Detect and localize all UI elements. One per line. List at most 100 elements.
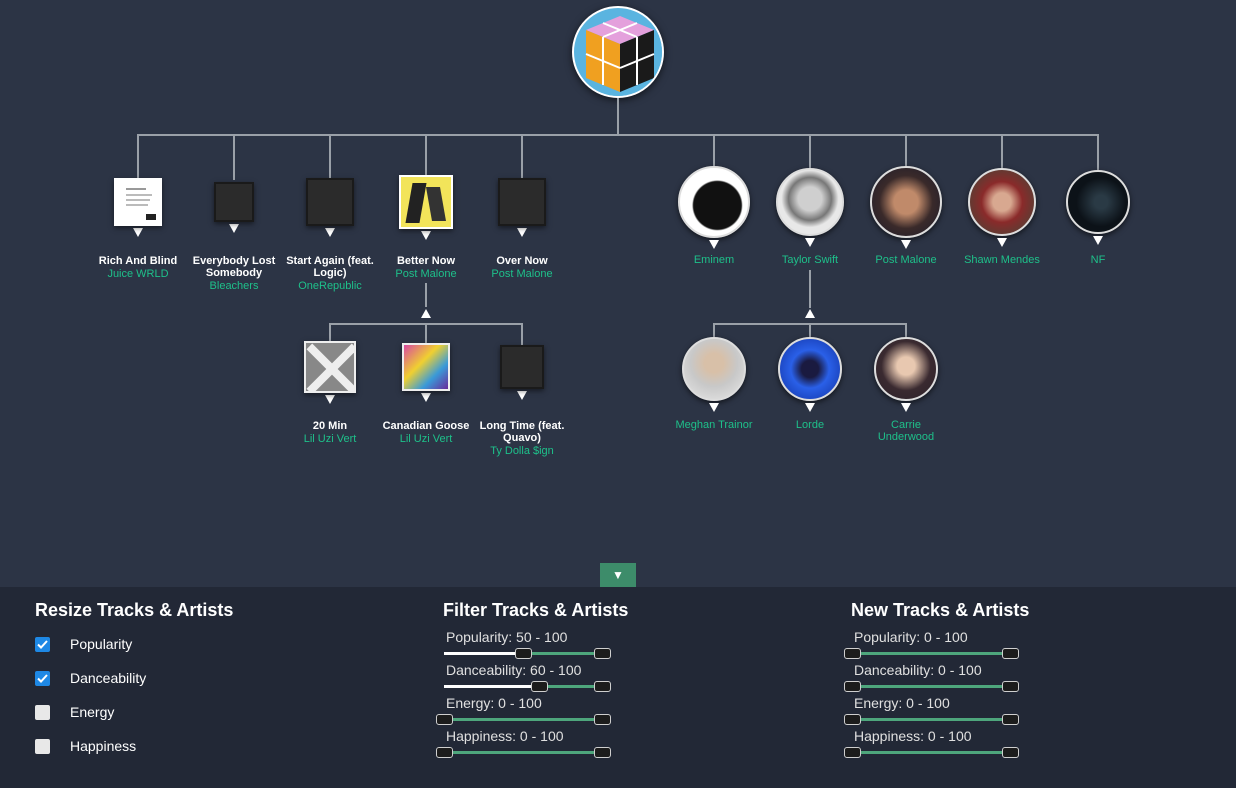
- track-node[interactable]: [214, 182, 254, 233]
- slider-track[interactable]: [852, 718, 1010, 721]
- artist-avatar[interactable]: [870, 166, 942, 238]
- artist-avatar[interactable]: [678, 166, 750, 238]
- artist-name[interactable]: NF: [1091, 254, 1106, 266]
- track-node[interactable]: [114, 178, 162, 237]
- slider-max-handle[interactable]: [1002, 714, 1019, 725]
- expand-arrow-icon[interactable]: [133, 228, 143, 237]
- expand-arrow-icon[interactable]: [421, 231, 431, 240]
- checkbox[interactable]: [35, 704, 50, 720]
- checkbox[interactable]: [35, 670, 50, 686]
- expand-arrow-icon[interactable]: [517, 228, 527, 237]
- artist-avatar[interactable]: [778, 337, 842, 401]
- track-artist[interactable]: Lil Uzi Vert: [400, 433, 453, 445]
- slider-min-handle[interactable]: [436, 747, 453, 758]
- slider-track[interactable]: [539, 685, 602, 688]
- resize-option-danceability[interactable]: Danceability: [35, 670, 146, 686]
- slider-max-handle[interactable]: [594, 747, 611, 758]
- expand-arrow-icon[interactable]: [805, 403, 815, 412]
- track-artist[interactable]: Ty Dolla $ign: [490, 445, 554, 457]
- slider-track[interactable]: [852, 652, 1010, 655]
- track-artist[interactable]: Post Malone: [491, 268, 552, 280]
- slider-max-handle[interactable]: [1002, 747, 1019, 758]
- artist-name[interactable]: Taylor Swift: [782, 254, 838, 266]
- artist-node[interactable]: [870, 166, 942, 249]
- track-node[interactable]: [500, 345, 544, 400]
- expand-arrow-icon[interactable]: [517, 391, 527, 400]
- expand-arrow-icon[interactable]: [901, 403, 911, 412]
- collapse-arrow-icon[interactable]: [805, 309, 815, 318]
- track-artist[interactable]: Lil Uzi Vert: [304, 433, 357, 445]
- artist-node[interactable]: [678, 166, 750, 249]
- track-node[interactable]: [402, 343, 450, 402]
- slider-max-handle[interactable]: [594, 681, 611, 692]
- track-node[interactable]: [399, 175, 453, 240]
- app-logo[interactable]: [572, 6, 664, 98]
- artist-node[interactable]: [968, 168, 1036, 247]
- slider-min-handle[interactable]: [844, 648, 861, 659]
- album-cover[interactable]: [306, 178, 354, 226]
- artist-node[interactable]: [682, 337, 746, 412]
- artist-name[interactable]: Shawn Mendes: [964, 254, 1040, 266]
- checkbox[interactable]: [35, 636, 50, 652]
- expand-arrow-icon[interactable]: [805, 238, 815, 247]
- artist-name[interactable]: Carrie Underwood: [871, 419, 941, 443]
- slider-max-handle[interactable]: [594, 714, 611, 725]
- expand-arrow-icon[interactable]: [901, 240, 911, 249]
- slider-max-handle[interactable]: [594, 648, 611, 659]
- slider-max-handle[interactable]: [1002, 681, 1019, 692]
- track-artist[interactable]: Bleachers: [210, 280, 259, 292]
- expand-arrow-icon[interactable]: [1093, 236, 1103, 245]
- expand-arrow-icon[interactable]: [325, 228, 335, 237]
- slider-max-handle[interactable]: [1002, 648, 1019, 659]
- artist-node[interactable]: [874, 337, 938, 412]
- artist-name[interactable]: Post Malone: [875, 254, 936, 266]
- artist-avatar[interactable]: [874, 337, 938, 401]
- artist-node[interactable]: [776, 168, 844, 247]
- resize-option-popularity[interactable]: Popularity: [35, 636, 132, 652]
- resize-option-happiness[interactable]: Happiness: [35, 738, 136, 754]
- track-node[interactable]: [304, 341, 356, 404]
- panel-toggle-button[interactable]: ▼: [600, 563, 636, 587]
- slider-min-handle[interactable]: [531, 681, 548, 692]
- album-cover[interactable]: [114, 178, 162, 226]
- slider-track[interactable]: [852, 685, 1010, 688]
- expand-arrow-icon[interactable]: [709, 403, 719, 412]
- slider-track[interactable]: [444, 751, 602, 754]
- expand-arrow-icon[interactable]: [709, 240, 719, 249]
- artist-avatar[interactable]: [968, 168, 1036, 236]
- album-cover[interactable]: [399, 175, 453, 229]
- slider-min-handle[interactable]: [436, 714, 453, 725]
- artist-name[interactable]: Meghan Trainor: [675, 419, 752, 431]
- expand-arrow-icon[interactable]: [421, 393, 431, 402]
- checkbox[interactable]: [35, 738, 50, 754]
- slider-track[interactable]: [444, 718, 602, 721]
- resize-option-energy[interactable]: Energy: [35, 704, 114, 720]
- artist-name[interactable]: Eminem: [694, 254, 734, 266]
- album-cover[interactable]: [498, 178, 546, 226]
- expand-arrow-icon[interactable]: [997, 238, 1007, 247]
- artist-avatar[interactable]: [776, 168, 844, 236]
- track-artist[interactable]: Post Malone: [395, 268, 456, 280]
- artist-node[interactable]: [778, 337, 842, 412]
- album-cover[interactable]: [500, 345, 544, 389]
- album-cover[interactable]: [214, 182, 254, 222]
- track-artist[interactable]: OneRepublic: [298, 280, 362, 292]
- slider-track[interactable]: [852, 751, 1010, 754]
- expand-arrow-icon[interactable]: [325, 395, 335, 404]
- artist-avatar[interactable]: [682, 337, 746, 401]
- artist-avatar[interactable]: [1066, 170, 1130, 234]
- slider-min-handle[interactable]: [515, 648, 532, 659]
- slider-min-handle[interactable]: [844, 714, 861, 725]
- artist-node[interactable]: [1066, 170, 1130, 245]
- album-cover[interactable]: [402, 343, 450, 391]
- track-node[interactable]: [498, 178, 546, 237]
- track-node[interactable]: [306, 178, 354, 237]
- slider-min-handle[interactable]: [844, 747, 861, 758]
- slider-track[interactable]: [523, 652, 602, 655]
- track-artist[interactable]: Juice WRLD: [107, 268, 168, 280]
- expand-arrow-icon[interactable]: [229, 224, 239, 233]
- slider-min-handle[interactable]: [844, 681, 861, 692]
- artist-name[interactable]: Lorde: [796, 419, 824, 431]
- collapse-arrow-icon[interactable]: [421, 309, 431, 318]
- album-cover[interactable]: [304, 341, 356, 393]
